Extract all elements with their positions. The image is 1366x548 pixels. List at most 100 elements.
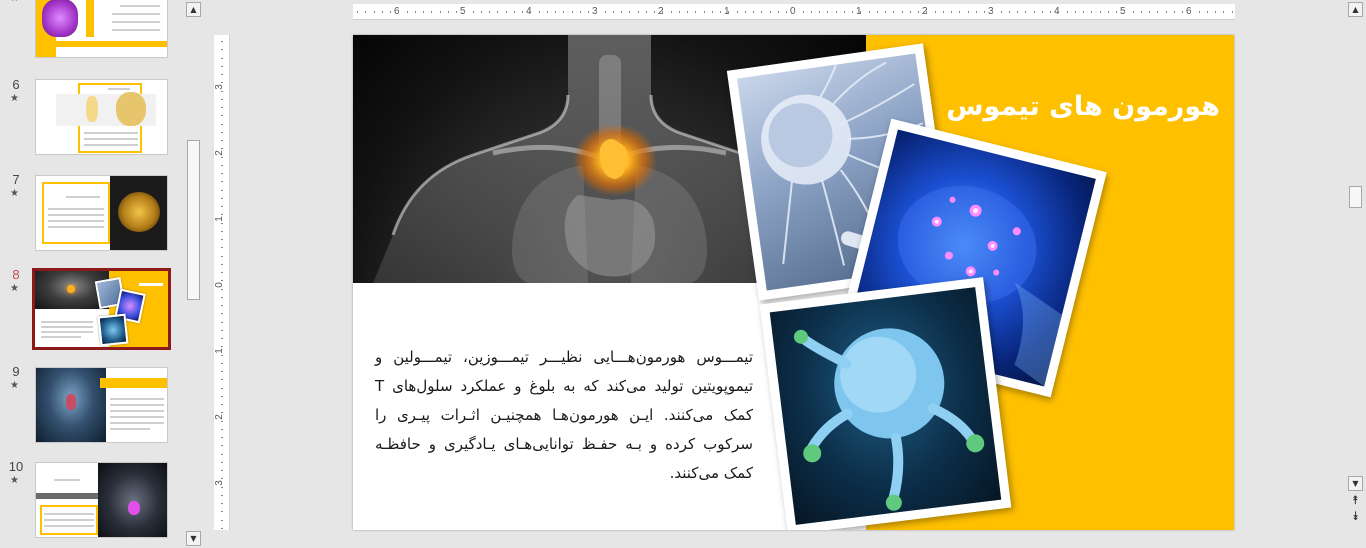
ruler-tick	[893, 11, 895, 13]
ruler-tick	[860, 11, 862, 13]
ruler-tick	[868, 11, 870, 13]
ruler-tick	[221, 156, 223, 158]
ruler-tick	[744, 11, 746, 13]
ruler-tick	[221, 41, 223, 42]
ruler-tick	[221, 404, 223, 405]
ruler-tick	[563, 11, 565, 13]
ruler-tick	[662, 11, 664, 13]
ruler-tick	[221, 98, 223, 100]
ruler-tick	[827, 11, 829, 13]
slide-thumbnail-active[interactable]	[32, 268, 171, 350]
ruler-tick	[621, 11, 622, 13]
ruler-tick	[373, 11, 375, 13]
ruler-tick	[221, 313, 223, 315]
ruler-tick	[612, 11, 614, 13]
slide-thumbnail[interactable]	[35, 367, 168, 443]
blue-cell-image	[769, 287, 1002, 525]
ruler-tick	[221, 57, 223, 59]
ruler-tick	[472, 11, 474, 13]
ruler-tick	[221, 263, 223, 265]
horizontal-ruler[interactable]: 6543210123456	[353, 4, 1235, 20]
ruler-tick	[1066, 11, 1068, 13]
ruler-tick	[1140, 11, 1142, 13]
ruler-tick	[221, 305, 223, 306]
ruler-tick	[221, 437, 223, 438]
photo-frame-blue-cell[interactable]	[759, 277, 1012, 530]
ruler-tick	[221, 131, 223, 133]
ruler-tick	[1231, 11, 1233, 13]
ruler-tick	[221, 49, 223, 51]
ruler-tick	[678, 11, 680, 13]
ruler-tick	[1008, 11, 1010, 13]
slide-thumbnail-pane[interactable]: ★ 6 ★ 7 ★	[0, 0, 186, 548]
ruler-tick	[221, 65, 223, 67]
ruler-tick	[1099, 11, 1101, 13]
ruler-label: 0	[213, 282, 225, 288]
ruler-label: 3	[213, 84, 225, 90]
editor-scrollbar[interactable]: ▲ ▼ ⯭ ⯯	[1348, 0, 1365, 548]
ruler-tick	[1223, 11, 1225, 13]
ruler-tick	[819, 11, 820, 13]
ruler-tick	[1198, 11, 1200, 13]
slide-canvas[interactable]: هورمون های تیموس تیمـــوس هورمون‌هـــایی…	[353, 35, 1234, 530]
vertical-ruler[interactable]: 3 2 1 0 1 2 3	[214, 35, 230, 530]
ruler-tick	[439, 11, 441, 13]
scroll-down-button[interactable]: ▼	[186, 531, 201, 546]
scroll-up-button[interactable]: ▲	[1348, 2, 1363, 17]
ruler-tick	[221, 478, 223, 480]
ruler-tick	[221, 519, 223, 521]
ruler-tick	[1000, 11, 1002, 13]
ruler-tick	[414, 11, 416, 13]
ruler-tick	[221, 272, 223, 273]
scrollbar-thumb[interactable]	[1349, 186, 1362, 208]
slide-title[interactable]: هورمون های تیموس	[946, 91, 1220, 122]
ruler-tick	[942, 11, 944, 13]
ruler-tick	[596, 11, 598, 13]
thumbnail-scrollbar[interactable]: ▲ ▼	[186, 0, 203, 548]
animation-star-icon: ★	[10, 188, 19, 199]
ruler-tick	[357, 11, 358, 13]
ruler-tick	[645, 11, 647, 13]
ruler-tick	[1033, 11, 1035, 13]
slide-thumbnail[interactable]	[35, 462, 168, 538]
ruler-tick	[909, 11, 911, 13]
ruler-tick	[794, 11, 796, 13]
scroll-down-button[interactable]: ▼	[1348, 476, 1363, 491]
ruler-tick	[695, 11, 697, 13]
ruler-tick	[654, 11, 655, 13]
scrollbar-thumb[interactable]	[187, 140, 200, 300]
ruler-tick	[604, 11, 606, 13]
ruler-tick	[1058, 11, 1060, 13]
ruler-tick	[918, 11, 919, 13]
ruler-label: 2	[213, 414, 225, 420]
slide-thumbnail[interactable]	[35, 175, 168, 251]
ruler-tick	[456, 11, 457, 13]
ruler-tick	[221, 346, 223, 348]
slide-thumbnail[interactable]	[35, 79, 168, 155]
ruler-tick	[885, 11, 886, 13]
ruler-tick	[1017, 11, 1018, 13]
slide-body-text[interactable]: تیمـــوس هورمون‌هـــایی نظیـــر تیمـــوز…	[375, 343, 753, 488]
ruler-tick	[431, 11, 433, 13]
ruler-tick	[221, 470, 223, 471]
ruler-tick	[876, 11, 878, 13]
ruler-tick	[221, 503, 223, 504]
previous-slide-button[interactable]: ⯭	[1348, 494, 1363, 509]
ruler-tick	[221, 527, 223, 529]
ruler-tick	[901, 11, 903, 13]
ruler-tick	[221, 420, 223, 422]
slide-thumbnail[interactable]	[35, 0, 168, 58]
ruler-tick	[934, 11, 936, 13]
ruler-tick	[926, 11, 928, 13]
ruler-tick	[221, 189, 223, 191]
ruler-tick	[835, 11, 837, 13]
scroll-up-button[interactable]: ▲	[186, 2, 201, 17]
ruler-tick	[629, 11, 631, 13]
slide-number: 7	[12, 172, 20, 187]
next-slide-button[interactable]: ⯯	[1348, 510, 1363, 525]
ruler-tick	[221, 280, 223, 282]
ruler-tick	[381, 11, 383, 13]
ruler-tick	[1182, 11, 1183, 13]
ruler-tick	[221, 214, 223, 216]
ruler-tick	[221, 82, 223, 84]
